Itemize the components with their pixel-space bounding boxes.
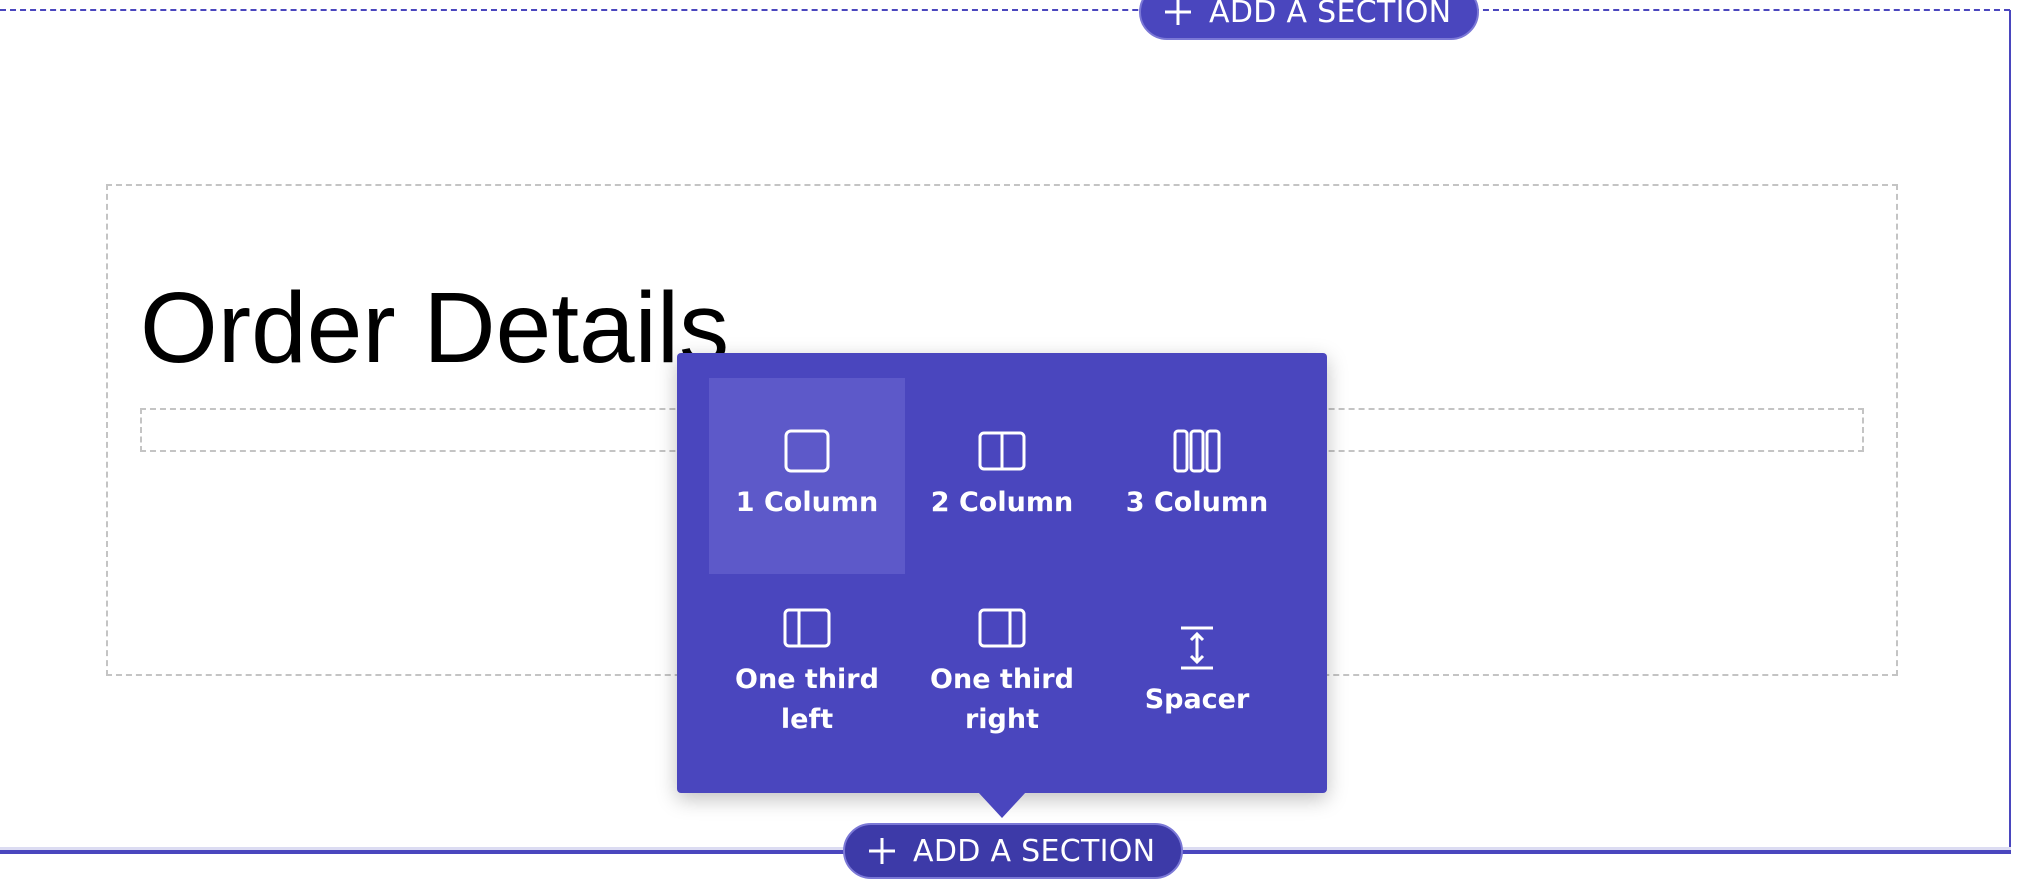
page-title: Order Details bbox=[140, 272, 730, 384]
page-canvas: ADD A SECTION Order Details 1 Column 2 C… bbox=[0, 0, 2018, 887]
plus-icon bbox=[1165, 0, 1191, 25]
layout-option-two-column[interactable]: 2 Column bbox=[904, 378, 1100, 574]
add-section-button-bottom[interactable]: ADD A SECTION bbox=[843, 823, 1184, 879]
layout-option-label: One third right bbox=[930, 664, 1074, 735]
three-column-icon bbox=[1173, 429, 1221, 473]
layout-picker-popup: 1 Column 2 Column 3 Column One third lef… bbox=[677, 353, 1327, 793]
layout-option-one-third-right[interactable]: One third right bbox=[904, 575, 1100, 771]
add-section-label: ADD A SECTION bbox=[1209, 0, 1452, 30]
layout-picker-pointer bbox=[978, 792, 1026, 818]
layout-option-label: Spacer bbox=[1144, 684, 1250, 715]
add-section-label: ADD A SECTION bbox=[913, 833, 1156, 869]
spacer-icon bbox=[1181, 626, 1213, 670]
layout-option-one-third-left[interactable]: One third left bbox=[709, 575, 905, 771]
two-column-icon bbox=[978, 431, 1026, 471]
layout-option-one-column[interactable]: 1 Column bbox=[709, 378, 905, 574]
plus-icon bbox=[869, 838, 895, 864]
layout-option-three-column[interactable]: 3 Column bbox=[1099, 378, 1295, 574]
layout-option-label: 3 Column bbox=[1125, 487, 1269, 518]
one-third-left-icon bbox=[783, 608, 831, 648]
section-boundary-right bbox=[2009, 10, 2011, 848]
layout-option-spacer[interactable]: Spacer bbox=[1099, 575, 1295, 771]
add-section-button-top[interactable]: ADD A SECTION bbox=[1139, 0, 1480, 40]
one-column-icon bbox=[784, 429, 830, 473]
layout-option-label: 2 Column bbox=[930, 487, 1074, 518]
layout-option-label: 1 Column bbox=[735, 487, 879, 518]
layout-option-label: One third left bbox=[735, 664, 879, 735]
one-third-right-icon bbox=[978, 608, 1026, 648]
section-boundary-top bbox=[0, 9, 2010, 11]
